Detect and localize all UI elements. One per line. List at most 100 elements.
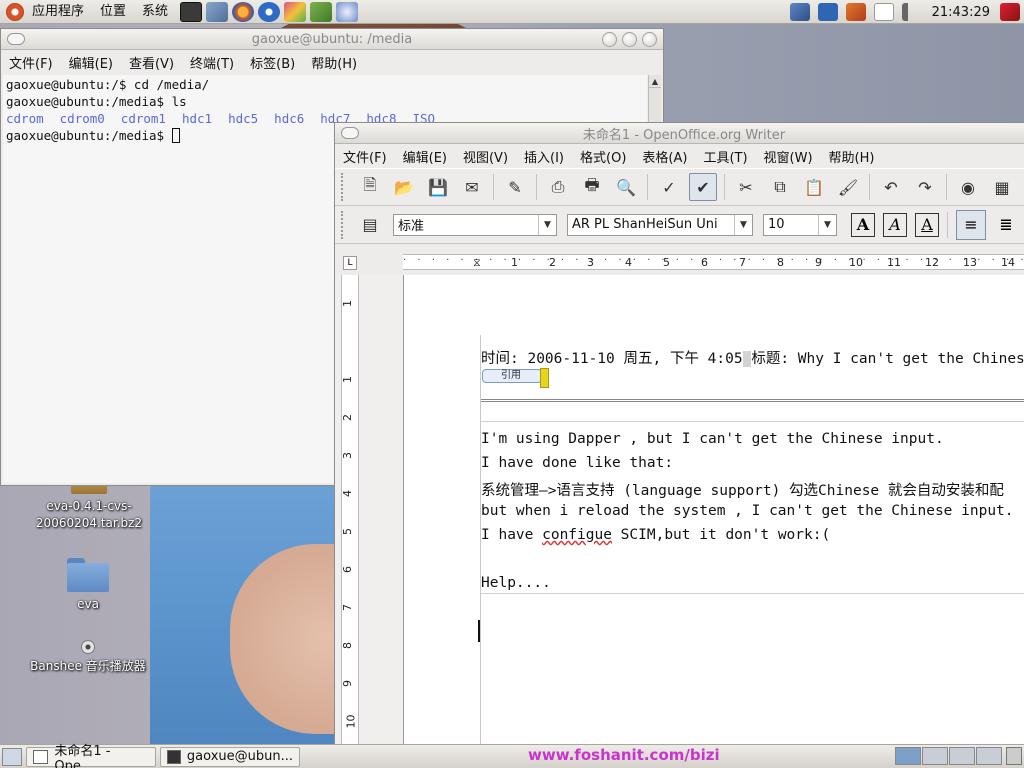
- autospellcheck-icon[interactable]: ✔: [689, 173, 717, 201]
- table-icon[interactable]: ▦: [988, 173, 1016, 201]
- menu-system[interactable]: 系统: [134, 0, 176, 24]
- removable-drive-icon[interactable]: [817, 3, 838, 21]
- paste-icon[interactable]: 📋: [800, 173, 828, 201]
- email-icon[interactable]: ✉: [458, 173, 486, 201]
- writer-titlebar[interactable]: 未命名1 - OpenOffice.org Writer: [335, 123, 1024, 144]
- writer-menu-insert[interactable]: 插入(I): [516, 147, 572, 166]
- writer-menu-window[interactable]: 视窗(W): [756, 147, 821, 166]
- vruler-tick: 2: [341, 414, 354, 421]
- network-tray-icon[interactable]: [789, 3, 810, 21]
- italic-icon[interactable]: A: [883, 212, 907, 237]
- quote-button[interactable]: 引用: [482, 368, 549, 388]
- writer-menu-edit[interactable]: 编辑(E): [395, 147, 455, 166]
- save-icon[interactable]: 💾: [424, 173, 452, 201]
- ruler-tick: 7: [739, 256, 746, 269]
- writer-menu-table[interactable]: 表格(A): [634, 147, 695, 166]
- terminal-menu-view[interactable]: 查看(V): [121, 53, 182, 72]
- writer-menu-view[interactable]: 视图(V): [455, 147, 516, 166]
- volume-icon[interactable]: [901, 3, 922, 21]
- show-desktop-icon[interactable]: [2, 747, 22, 766]
- chevron-down-icon[interactable]: ▼: [734, 214, 752, 235]
- terminal-menu-terminal[interactable]: 终端(T): [182, 53, 242, 72]
- writer-menu-file[interactable]: 文件(F): [335, 147, 395, 166]
- ls-item: hdc1: [181, 111, 213, 126]
- redo-icon[interactable]: ↷: [911, 173, 939, 201]
- align-center-icon[interactable]: ≣: [994, 213, 1018, 237]
- thunderbird-launcher-icon[interactable]: [258, 1, 281, 22]
- ruler-tick: 6: [701, 256, 708, 269]
- navigator-icon[interactable]: ◉: [954, 173, 982, 201]
- update-launcher-icon[interactable]: [336, 1, 359, 22]
- print-preview-icon[interactable]: 🔍: [612, 173, 640, 201]
- terminal-launcher-icon[interactable]: [180, 1, 203, 22]
- scroll-up-arrow-icon[interactable]: ▲: [649, 75, 661, 88]
- clock[interactable]: 21:43:29: [926, 5, 996, 20]
- writer-window[interactable]: 未命名1 - OpenOffice.org Writer 文件(F) 编辑(E)…: [334, 122, 1024, 747]
- underline-icon[interactable]: A: [915, 212, 939, 237]
- font-name-value: AR PL ShanHeiSun Uni: [572, 217, 718, 232]
- tab-stop-selector[interactable]: L: [343, 256, 357, 270]
- font-name-select[interactable]: AR PL ShanHeiSun Uni ▼: [567, 213, 753, 236]
- minimize-button[interactable]: [602, 32, 617, 47]
- terminal-titlebar[interactable]: gaoxue@ubuntu: /media: [1, 29, 663, 50]
- export-pdf-icon[interactable]: ⎙: [544, 173, 572, 201]
- writer-menu-tools[interactable]: 工具(T): [695, 147, 755, 166]
- paragraph-style-select[interactable]: 标准 ▼: [393, 213, 557, 236]
- terminal-menu-edit[interactable]: 编辑(E): [61, 53, 121, 72]
- workspace-1[interactable]: [895, 747, 921, 765]
- workspace-4[interactable]: [976, 747, 1002, 765]
- firefox-launcher-icon[interactable]: [232, 1, 255, 22]
- bold-icon[interactable]: A: [851, 212, 875, 237]
- paint-launcher-icon[interactable]: [284, 1, 307, 22]
- terminal-menu-tabs[interactable]: 标签(B): [242, 53, 303, 72]
- writer-menu-format[interactable]: 格式(O): [572, 147, 634, 166]
- undo-icon[interactable]: ↶: [877, 173, 905, 201]
- cut-icon[interactable]: ✂: [732, 173, 760, 201]
- document-page[interactable]: 时间: 2006-11-10 周五, 下午 4:05 标题: Why I can…: [403, 275, 1024, 746]
- open-folder-icon[interactable]: 📂: [390, 173, 418, 201]
- logout-icon[interactable]: [1000, 3, 1020, 21]
- window-menu-button[interactable]: [7, 33, 25, 45]
- close-button[interactable]: [642, 32, 657, 47]
- styles-formatting-icon[interactable]: ▤: [356, 211, 384, 239]
- print-icon[interactable]: 🖶: [578, 173, 606, 201]
- taskbar-writer-button[interactable]: 未命名1 - Ope...: [26, 744, 156, 768]
- desktop-file-label: eva-0.4.1-cvs- 20060204.tar.bz2: [35, 499, 143, 530]
- workspace-2[interactable]: [922, 747, 948, 765]
- desktop-launcher-banshee[interactable]: Banshee 音乐播放器: [18, 640, 158, 675]
- dictionary-launcher-icon[interactable]: [310, 1, 333, 22]
- spellcheck-icon[interactable]: ✓: [655, 173, 683, 201]
- font-size-select[interactable]: 10 ▼: [763, 213, 837, 236]
- network-launcher-icon[interactable]: [206, 1, 229, 22]
- document-area: 1 1 2 3 4 5 6 7 8 9 10 时间: 2006-11-10 周五…: [335, 275, 1024, 746]
- edit-file-icon[interactable]: ✎: [501, 173, 529, 201]
- copy-icon[interactable]: ⧉: [766, 173, 794, 201]
- workspace-switcher: [894, 747, 1002, 765]
- align-left-icon[interactable]: ≡: [956, 209, 986, 240]
- toolbar-grip[interactable]: [341, 210, 347, 239]
- misspelled-word[interactable]: configue: [542, 527, 612, 543]
- horizontal-ruler[interactable]: · · · · · · · · · · · · · · · · · · · · …: [403, 254, 1024, 270]
- toolbar-grip[interactable]: [341, 173, 347, 201]
- document-line: I have done like that:: [481, 455, 674, 471]
- trash-icon[interactable]: [1006, 747, 1022, 765]
- format-paintbrush-icon[interactable]: 🖌: [834, 173, 862, 201]
- menu-applications[interactable]: 应用程序: [24, 0, 92, 24]
- writer-menu-help[interactable]: 帮助(H): [821, 147, 883, 166]
- ruler-indent-marker[interactable]: ⧖: [473, 256, 481, 270]
- menu-places[interactable]: 位置: [92, 0, 134, 24]
- terminal-menu-help[interactable]: 帮助(H): [303, 53, 365, 72]
- maximize-button[interactable]: [622, 32, 637, 47]
- window-menu-button[interactable]: [341, 127, 359, 139]
- vertical-ruler[interactable]: 1 1 2 3 4 5 6 7 8 9 10: [341, 275, 359, 746]
- new-document-icon[interactable]: 🗎: [356, 173, 384, 201]
- chevron-down-icon[interactable]: ▼: [538, 214, 556, 235]
- terminal-menu-file[interactable]: 文件(F): [1, 53, 61, 72]
- desktop-folder-eva[interactable]: eva: [48, 556, 128, 613]
- user-tray-icon[interactable]: [845, 3, 866, 21]
- chevron-down-icon[interactable]: ▼: [818, 214, 836, 235]
- workspace-3[interactable]: [949, 747, 975, 765]
- printer-tray-icon[interactable]: [873, 3, 894, 21]
- ubuntu-logo-icon[interactable]: [6, 2, 24, 21]
- taskbar-terminal-button[interactable]: gaoxue@ubun...: [160, 746, 300, 767]
